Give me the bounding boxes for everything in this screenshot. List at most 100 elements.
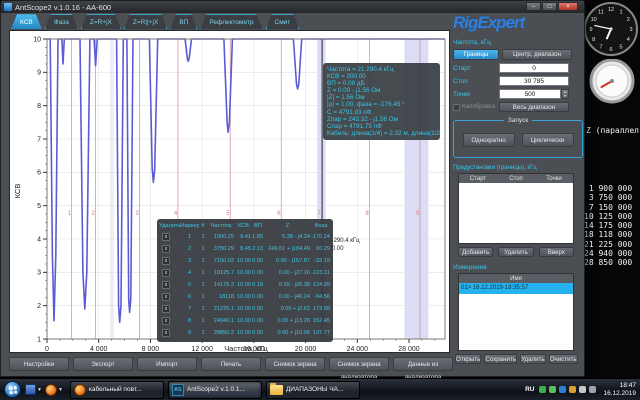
marker-freq: 1900.25 — [207, 234, 235, 240]
bounds-mode-button[interactable]: Границы — [453, 49, 499, 60]
calibration-checkbox[interactable] — [453, 104, 460, 111]
tab-Смит[interactable]: Смит — [266, 14, 300, 29]
task-button[interactable]: кабельный повт... — [70, 381, 164, 399]
measurements-table[interactable]: Имя 01> 16.12.2019-18:35:57 — [458, 273, 574, 351]
clear-measurements-button[interactable]: Очистить — [549, 354, 578, 364]
system-tray: RU 18:47 16.12.2019 — [525, 382, 640, 397]
x-tick-label: 0 — [45, 346, 49, 352]
delete-marker-button[interactable]: x — [162, 305, 170, 313]
delete-marker-button[interactable]: x — [162, 257, 170, 265]
start-input[interactable]: 0 — [499, 63, 569, 73]
delete-marker-button[interactable]: x — [162, 245, 170, 253]
tab-КСВ[interactable]: КСВ — [11, 14, 42, 29]
presets-buttons: Добавить Удалить Вверх — [458, 247, 574, 257]
speaker-icon[interactable] — [579, 386, 586, 393]
center-span-mode-button[interactable]: Центр, диапазон — [502, 49, 572, 60]
quicklaunch-save[interactable]: ▼ — [25, 384, 42, 395]
network-icon[interactable] — [589, 386, 596, 393]
maximize-button[interactable]: □ — [542, 2, 557, 11]
quicklaunch-firefox[interactable]: ▼ — [45, 384, 63, 396]
stop-input[interactable]: 30 785 — [499, 76, 569, 86]
analyzer-screenshot-button[interactable]: Снимок экрана анализатора — [329, 357, 389, 371]
delete-marker-button[interactable]: x — [162, 293, 170, 301]
clock-time: 18:47 — [603, 382, 636, 390]
marker-table-header: УдалитьМаркер#ЧастотаКСВВПZФаза — [159, 221, 331, 231]
settings-button[interactable]: Настройки — [9, 357, 69, 371]
save-measurement-button[interactable]: Сохранить — [484, 354, 517, 364]
tab-Z=R||+jX[interactable]: Z=R||+jX — [124, 14, 167, 29]
delete-marker-button[interactable]: x — [162, 317, 170, 325]
remove-preset-button[interactable]: Удалить — [498, 247, 533, 257]
run-cyclic-button[interactable]: Циклически — [522, 133, 574, 147]
measurements-buttons: ОткрытьСохранитьУдалитьОчистить — [455, 354, 577, 364]
language-indicator[interactable]: RU — [525, 386, 534, 393]
add-preset-button[interactable]: Добавить — [458, 247, 493, 257]
marker-z: 5.38 - j4.24 — [264, 234, 311, 240]
marker-table-row: x4110125.710.000.000.00 - j27.16-123.11 — [159, 267, 331, 279]
presets-table-body[interactable] — [459, 183, 573, 243]
tab-Рефлектометр[interactable]: Рефлектометр — [200, 14, 262, 29]
points-input[interactable]: 500 — [499, 89, 561, 99]
bluetooth-icon[interactable] — [559, 386, 566, 393]
import-button[interactable]: Импорт — [137, 357, 197, 371]
gauge-gadget[interactable] — [588, 59, 636, 105]
marker-rl: 0.00 — [252, 258, 264, 264]
marker-table-row: x213750.298.452.13249.61 + j184.4910.29 — [159, 243, 331, 255]
delete-marker-button[interactable]: x — [162, 281, 170, 289]
color-app-icon[interactable] — [569, 386, 576, 393]
task-button[interactable]: ДИАПАЗОНЫ ЧА... — [266, 381, 360, 399]
delete-marker-button[interactable]: x — [162, 329, 170, 337]
measurements-label: Измерения — [453, 264, 583, 271]
clock-numeral: 7 — [599, 44, 602, 50]
run-single-button[interactable]: Однократно — [463, 133, 515, 147]
open-measurement-button[interactable]: Открыть — [455, 354, 481, 364]
marker-z: 0.00 - j46.24 — [264, 294, 311, 300]
analyzer-data-button[interactable]: Данные из анализатора — [393, 357, 453, 371]
y-tick-label: 3 — [37, 270, 41, 277]
window-controls: –□× — [526, 2, 578, 11]
firefox-icon — [74, 384, 86, 396]
tab-Z=R+jX[interactable]: Z=R+jX — [81, 14, 121, 29]
chevron-down-icon[interactable]: ▼ — [37, 387, 42, 393]
clock-gadget[interactable]: 123456789101112 — [583, 1, 639, 57]
taskbar: ▼ ▼ кабельный повт...ASAntScope2 v.1.0.1… — [0, 378, 640, 400]
marker-freq: 24940.1 — [207, 318, 235, 324]
presets-table[interactable]: СтартСтопТочки — [458, 173, 574, 244]
stop-label: Стоп — [453, 78, 499, 85]
delete-measurement-button[interactable]: Удалить — [520, 354, 546, 364]
marker-phase: 10.29 — [311, 246, 331, 252]
marker-rl: 0.00 — [252, 294, 264, 300]
export-button[interactable]: Экспорт — [73, 357, 133, 371]
marker-marker-num: 5 — [180, 282, 199, 288]
y-tick-label: 5 — [37, 203, 41, 210]
chevron-down-icon[interactable]: ▼ — [58, 387, 63, 393]
run-buttons: Однократно Циклически — [454, 133, 582, 147]
task-button[interactable]: ASAntScope2 v.1.0.1... — [168, 381, 262, 399]
green-status-icon[interactable] — [539, 386, 546, 393]
marker-trace-num: 1 — [199, 258, 207, 264]
full-range-button[interactable]: Весь диапазон — [499, 102, 569, 112]
marker-z: 0.00 - j167.87 — [264, 258, 311, 264]
move-up-button[interactable]: Вверх — [539, 247, 574, 257]
print-button[interactable]: Печать — [201, 357, 261, 371]
tab-Фаза[interactable]: Фаза — [45, 14, 78, 29]
points-spinner[interactable]: ▲▼ — [561, 89, 569, 99]
tab-ВП[interactable]: ВП — [170, 14, 197, 29]
title-bar[interactable]: AntScope2 v.1.0.16 - AA-600 –□× — [1, 1, 584, 13]
measurement-item[interactable]: 01> 16.12.2019-18:35:57 — [459, 283, 573, 294]
clock-numeral: 9 — [589, 27, 592, 33]
delete-marker-button[interactable]: x — [162, 233, 170, 241]
start-button[interactable] — [4, 381, 21, 398]
minimize-button[interactable]: – — [526, 2, 541, 11]
taskbar-clock[interactable]: 18:47 16.12.2019 — [603, 382, 636, 397]
shield-icon[interactable] — [549, 386, 556, 393]
tab-bar: КСВФазаZ=R+jXZ=R||+jXВПРефлектометр Смит — [11, 14, 299, 29]
task-label: ДИАПАЗОНЫ ЧА... — [286, 386, 344, 393]
screenshot-button[interactable]: Снимок экрана — [265, 357, 325, 371]
marker-rl: 0.00 — [252, 270, 264, 276]
delete-marker-button[interactable]: x — [162, 269, 170, 277]
close-button[interactable]: × — [558, 2, 578, 11]
measurements-table-body[interactable]: 01> 16.12.2019-18:35:57 — [459, 283, 573, 350]
marker-table-header-cell: ВП — [252, 223, 264, 229]
marker-swr: 10.00 — [235, 258, 252, 264]
